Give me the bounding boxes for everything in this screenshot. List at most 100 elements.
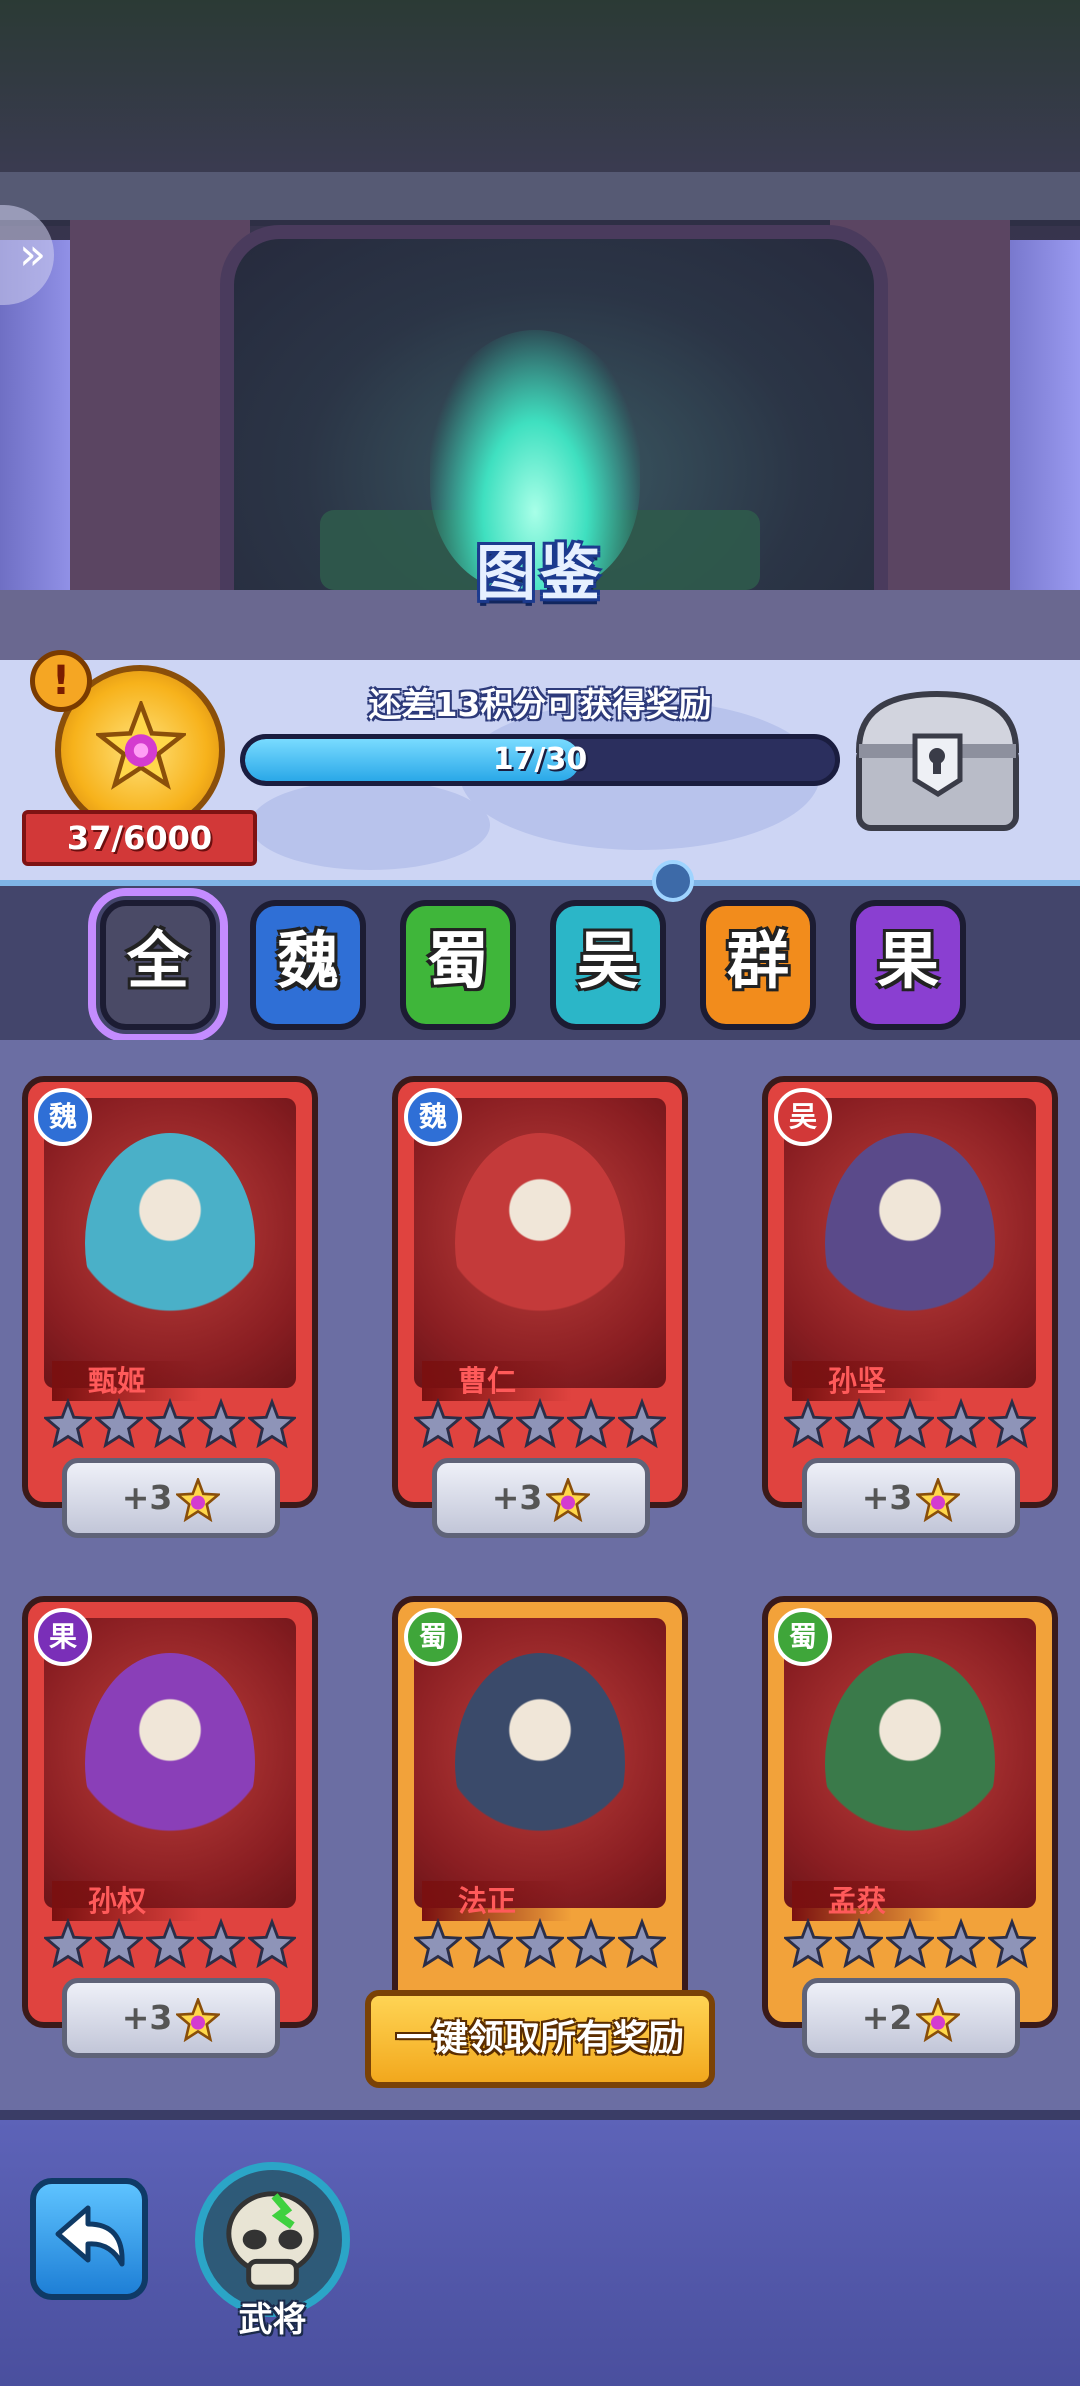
star-icon xyxy=(935,1397,987,1450)
bonus-points: +3 xyxy=(121,1478,173,1517)
star-icon xyxy=(144,1917,196,1970)
faction-badge: 果 xyxy=(34,1608,92,1666)
star-icon xyxy=(565,1917,617,1970)
hero-portrait xyxy=(784,1618,1036,1908)
star-icon xyxy=(565,1397,617,1450)
double-chevron-icon: » xyxy=(19,229,46,280)
hero-card[interactable]: 曹仁 魏 +3 xyxy=(392,1076,688,1538)
star-icon xyxy=(246,1397,298,1450)
faction-badge: 吴 xyxy=(774,1088,832,1146)
bonus-points: +2 xyxy=(861,1998,913,2037)
point-medal-icon xyxy=(912,1477,961,1522)
bottom-nav xyxy=(0,2110,1080,2386)
star-medal-icon xyxy=(96,701,186,790)
star-icon xyxy=(514,1397,566,1450)
hero-figure xyxy=(85,1133,255,1353)
hero-card[interactable]: 孙权 果 +3 xyxy=(22,1596,318,2058)
star-icon xyxy=(412,1917,464,1970)
hero-name: 曹仁 xyxy=(422,1361,572,1401)
star-icon xyxy=(514,1917,566,1970)
hero-name: 甄姬 xyxy=(52,1361,202,1401)
star-rating xyxy=(782,1917,1038,1972)
star-icon xyxy=(412,1397,464,1450)
star-icon xyxy=(833,1917,885,1970)
hero-nav-label: 武将 xyxy=(238,2300,307,2340)
claim-all-button[interactable]: 一键领取所有奖励 xyxy=(365,1990,715,2088)
star-icon xyxy=(195,1397,247,1450)
star-icon xyxy=(884,1917,936,1970)
hero-portrait xyxy=(784,1098,1036,1388)
star-rating xyxy=(412,1917,668,1972)
point-medal-icon xyxy=(912,1997,961,2042)
hero-figure xyxy=(455,1133,625,1353)
treasure-chest-icon[interactable] xyxy=(845,680,1030,840)
faction-badge: 魏 xyxy=(404,1088,462,1146)
hero-portrait xyxy=(44,1618,296,1908)
faction-badge: 蜀 xyxy=(404,1608,462,1666)
star-icon xyxy=(42,1397,94,1450)
faction-tab-4[interactable]: 群 xyxy=(700,900,816,1030)
faction-badge: 蜀 xyxy=(774,1608,832,1666)
hero-card[interactable]: 甄姬 魏 +3 xyxy=(22,1076,318,1538)
star-icon xyxy=(884,1397,936,1450)
faction-tab-2[interactable]: 蜀 xyxy=(400,900,516,1030)
claim-points-button[interactable]: +2 xyxy=(802,1978,1020,2058)
hero-name: 孙坚 xyxy=(792,1361,942,1401)
star-rating xyxy=(782,1397,1038,1452)
star-icon xyxy=(463,1917,515,1970)
hero-card[interactable]: 法正 蜀 xyxy=(392,1596,688,2028)
star-icon xyxy=(144,1397,196,1450)
bonus-points: +3 xyxy=(861,1478,913,1517)
star-icon xyxy=(986,1397,1038,1450)
star-icon xyxy=(616,1917,668,1970)
star-icon xyxy=(463,1397,515,1450)
faction-tab-0[interactable]: 全 xyxy=(88,888,228,1042)
reward-progress-bar: 17/30 xyxy=(240,734,840,786)
star-icon xyxy=(93,1917,145,1970)
star-rating xyxy=(42,1917,298,1972)
night-sky xyxy=(0,0,1080,180)
claim-points-button[interactable]: +3 xyxy=(62,1458,280,1538)
decor-blob xyxy=(250,780,490,870)
hero-portrait xyxy=(414,1098,666,1388)
point-medal-icon xyxy=(172,1477,221,1522)
skull-pin-icon xyxy=(652,860,694,902)
skull-icon xyxy=(226,2191,319,2290)
star-rating xyxy=(412,1397,668,1452)
hero-card[interactable]: 孟获 蜀 +2 xyxy=(762,1596,1058,2058)
reward-hint: 还差13积分可获得奖励 xyxy=(368,685,712,724)
hero-figure xyxy=(825,1653,995,1873)
hero-figure xyxy=(825,1133,995,1353)
hero-figure xyxy=(85,1653,255,1873)
claim-points-button[interactable]: +3 xyxy=(432,1458,650,1538)
total-points: 37/6000 xyxy=(22,810,257,866)
star-icon xyxy=(93,1397,145,1450)
faction-tab-5[interactable]: 果 xyxy=(850,900,966,1030)
page-title: 图鉴 xyxy=(476,539,604,609)
star-rating xyxy=(42,1397,298,1452)
hero-figure xyxy=(455,1653,625,1873)
star-icon xyxy=(935,1917,987,1970)
star-icon xyxy=(833,1397,885,1450)
back-arrow-icon xyxy=(55,2205,125,2267)
hero-card[interactable]: 孙坚 吴 +3 xyxy=(762,1076,1058,1538)
back-button[interactable] xyxy=(30,2178,148,2300)
faction-tab-1[interactable]: 魏 xyxy=(250,900,366,1030)
faction-tab-3[interactable]: 吴 xyxy=(550,900,666,1030)
star-icon xyxy=(986,1917,1038,1970)
hero-name: 法正 xyxy=(422,1881,572,1921)
hero-name: 孙权 xyxy=(52,1881,202,1921)
claim-points-button[interactable]: +3 xyxy=(802,1458,1020,1538)
hero-name: 孟获 xyxy=(792,1881,942,1921)
star-icon xyxy=(246,1917,298,1970)
star-icon xyxy=(782,1397,834,1450)
star-icon xyxy=(195,1917,247,1970)
point-medal-icon xyxy=(172,1997,221,2042)
faction-badge: 魏 xyxy=(34,1088,92,1146)
bonus-points: +3 xyxy=(491,1478,543,1517)
star-icon xyxy=(42,1917,94,1970)
claim-points-button[interactable]: +3 xyxy=(62,1978,280,2058)
alert-badge: ! xyxy=(30,650,92,712)
star-icon xyxy=(782,1917,834,1970)
point-medal-icon xyxy=(542,1477,591,1522)
